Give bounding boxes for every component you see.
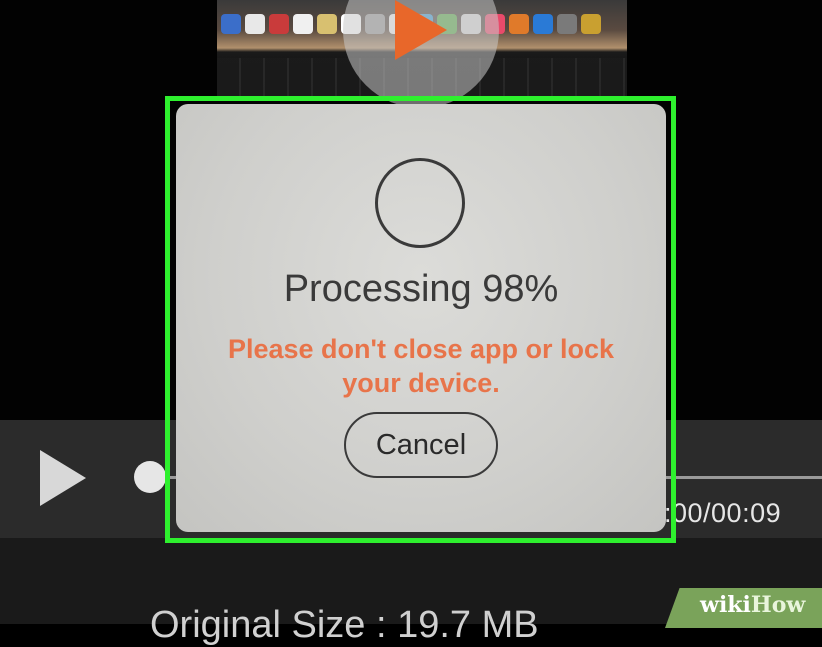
scrub-handle[interactable] [134, 461, 166, 493]
watermark-part2: How [750, 592, 806, 618]
time-display: :00/00:09 [664, 498, 782, 528]
original-size-label: Original Size : 19.7 MB [150, 604, 539, 646]
watermark-logo: wikiHow [700, 592, 805, 618]
play-icon [395, 0, 447, 60]
highlight-box [165, 96, 676, 543]
watermark-part1: wiki [700, 592, 751, 618]
play-icon[interactable] [40, 450, 86, 506]
